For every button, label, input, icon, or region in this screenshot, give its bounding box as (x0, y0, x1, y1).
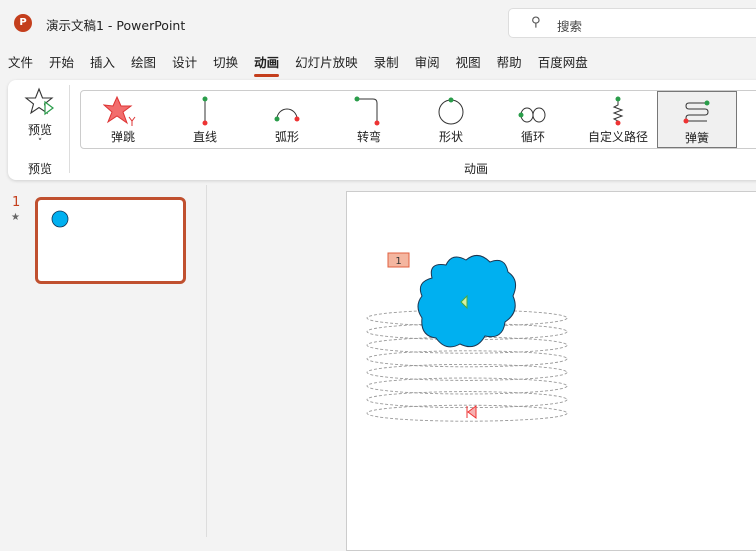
animation-order-tag[interactable]: 1 (387, 252, 410, 268)
animation-order-number: 1 (395, 256, 401, 267)
slide-content: 1 (366, 252, 568, 422)
